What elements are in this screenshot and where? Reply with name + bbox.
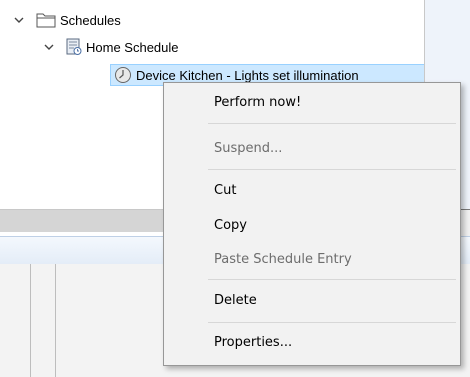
column-divider[interactable] (55, 264, 56, 377)
menu-item-suspend[interactable]: Suspend... (164, 135, 460, 163)
tree-label-schedules: Schedules (60, 12, 121, 28)
menu-separator (208, 279, 456, 280)
menu-item-cut[interactable]: Cut (164, 177, 460, 205)
menu-separator (208, 123, 456, 124)
menu-item-paste-schedule-entry[interactable]: Paste Schedule Entry (164, 246, 460, 274)
menu-item-copy[interactable]: Copy (164, 212, 460, 240)
menu-separator (208, 322, 456, 323)
tree-label-schedule-entry: Device Kitchen - Lights set illumination (136, 67, 359, 83)
tree-label-home-schedule: Home Schedule (86, 39, 179, 55)
menu-item-properties[interactable]: Properties... (164, 329, 460, 357)
context-menu: Perform now! Suspend... Cut Copy Paste S… (163, 82, 461, 366)
tree-node-schedules[interactable]: Schedules (12, 9, 121, 31)
tree-node-home-schedule[interactable]: Home Schedule (42, 36, 179, 58)
folder-icon (36, 12, 56, 28)
chevron-down-icon[interactable] (42, 40, 56, 54)
column-divider[interactable] (30, 264, 31, 377)
menu-item-perform-now[interactable]: Perform now! (164, 89, 460, 117)
clock-icon (114, 66, 132, 84)
chevron-down-icon[interactable] (12, 13, 26, 27)
menu-separator (208, 169, 456, 170)
menu-item-delete[interactable]: Delete (164, 287, 460, 315)
schedule-icon (66, 38, 82, 56)
